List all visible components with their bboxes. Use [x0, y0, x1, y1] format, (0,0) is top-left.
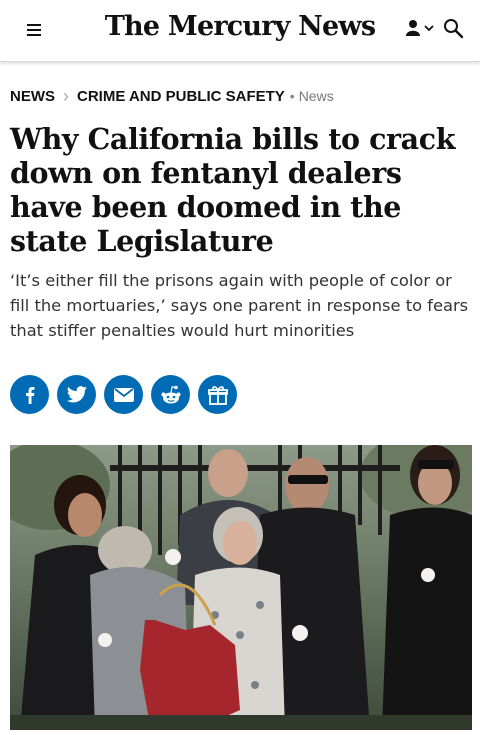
bullet-separator: • [289, 88, 295, 104]
share-toolbar [10, 375, 245, 414]
search-icon [444, 19, 464, 39]
share-email-button[interactable] [104, 375, 143, 414]
article-subheadline: ‘It’s either fill the prisons again with… [10, 271, 469, 340]
chevron-down-icon [424, 25, 434, 32]
email-icon [113, 387, 134, 402]
breadcrumb: NEWS › CRIME AND PUBLIC SAFETY • News [10, 86, 334, 106]
share-twitter-button[interactable] [57, 375, 96, 414]
article-hero-image[interactable] [10, 445, 472, 730]
share-gift-button[interactable] [198, 375, 237, 414]
user-icon [406, 20, 434, 36]
search-button[interactable] [442, 17, 466, 41]
gift-icon [207, 385, 228, 405]
hero-photo-illustration [10, 445, 472, 730]
user-account-button[interactable] [404, 18, 434, 40]
reddit-icon [161, 385, 180, 403]
top-navigation-bar: The Mercury News [0, 0, 480, 62]
breadcrumb-news-link[interactable]: NEWS [10, 88, 55, 105]
share-reddit-button[interactable] [151, 375, 190, 414]
share-facebook-button[interactable] [10, 375, 49, 414]
chevron-right-icon: › [63, 86, 69, 106]
article-headline: Why California bills to crack down on fe… [10, 122, 456, 258]
facebook-icon [25, 386, 34, 404]
twitter-icon [66, 385, 87, 402]
article-tag[interactable]: News [299, 88, 334, 104]
breadcrumb-crime-link[interactable]: CRIME AND PUBLIC SAFETY [77, 88, 285, 105]
